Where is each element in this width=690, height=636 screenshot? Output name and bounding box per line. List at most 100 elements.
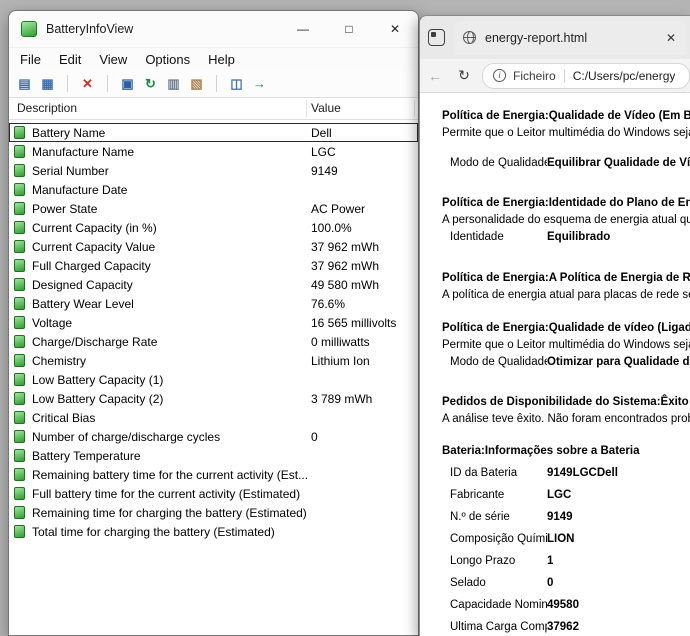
battery-entry-icon <box>14 316 25 329</box>
kv-label: Composição Química <box>450 532 547 545</box>
cell-description: Current Capacity Value <box>32 239 156 254</box>
close-button[interactable]: ✕ <box>372 11 418 47</box>
battery-entry-icon <box>14 354 25 367</box>
paste-icon[interactable]: ▧ <box>187 74 206 93</box>
menu-edit[interactable]: Edit <box>50 50 90 69</box>
battery-table-row: Longo Prazo 1 <box>442 550 690 572</box>
table-header: Description Value <box>9 98 418 120</box>
table-row[interactable]: Power State AC Power <box>9 199 418 218</box>
table-row[interactable]: Current Capacity Value 37 962 mWh <box>9 237 418 256</box>
table-row[interactable]: Manufacture Date <box>9 180 418 199</box>
minimize-button[interactable]: — <box>280 11 326 47</box>
menu-file[interactable]: File <box>11 50 50 69</box>
table-row[interactable]: Battery Wear Level 76.6% <box>9 294 418 313</box>
address-divider <box>563 68 565 83</box>
cell-description: Designed Capacity <box>32 277 133 292</box>
battery-entry-icon <box>14 335 25 348</box>
section-heading: Política de Energia:Qualidade de vídeo (… <box>442 322 690 334</box>
menu-options[interactable]: Options <box>136 50 199 69</box>
cell-description: Critical Bias <box>32 410 96 425</box>
delete-icon[interactable]: ✕ <box>78 74 97 93</box>
kv-value: Equilibrado <box>547 231 611 243</box>
battery-table-row: Selado 0 <box>442 572 690 594</box>
menu-view[interactable]: View <box>90 50 136 69</box>
battery-table-row: Fabricante LGC <box>442 484 690 506</box>
kv-value: LGC <box>547 488 572 501</box>
browser-tab[interactable]: energy-report.html ✕ <box>454 20 686 55</box>
table-row[interactable]: Voltage 16 565 millivolts <box>9 313 418 332</box>
table-row[interactable]: Remaining battery time for the current a… <box>9 465 418 484</box>
info-icon[interactable] <box>493 69 506 82</box>
refresh-icon[interactable]: ↻ <box>141 74 160 93</box>
cell-description: Low Battery Capacity (1) <box>32 372 164 387</box>
column-divider[interactable] <box>306 100 307 117</box>
battery-info-view-icon[interactable]: ▤ <box>15 74 34 93</box>
address-field[interactable]: Ficheiro C:/Users/pc/energy <box>482 62 690 89</box>
section-heading: Bateria:Informações sobre a Bateria <box>442 445 640 457</box>
desktop: BatteryInfoView — □ ✕ File Edit View Option… <box>0 0 690 636</box>
refresh-icon[interactable]: ↻ <box>455 67 473 84</box>
kv-value: 1 <box>547 554 554 567</box>
battery-entry-icon <box>14 525 25 538</box>
battery-entry-icon <box>14 202 25 215</box>
copy-icon[interactable]: ▥ <box>164 74 183 93</box>
cell-value: LGC <box>311 144 336 159</box>
kv-value: Otimizar para Qualidade d <box>547 356 690 368</box>
table-row[interactable]: Serial Number 9149 <box>9 161 418 180</box>
cell-description: Number of charge/discharge cycles <box>32 429 221 444</box>
table-row[interactable]: Designed Capacity 49 580 mWh <box>9 275 418 294</box>
kv-value: 37962 <box>547 620 579 633</box>
table-row[interactable]: Number of charge/discharge cycles 0 <box>9 427 418 446</box>
kv-value: 49580 <box>547 598 579 611</box>
tab-actions-icon[interactable] <box>428 29 445 46</box>
browser-window: energy-report.html ✕ ← ↻ Ficheiro C:/Use… <box>419 15 690 636</box>
battery-entry-icon <box>14 487 25 500</box>
titlebar[interactable]: BatteryInfoView — □ ✕ <box>9 11 418 48</box>
table-row[interactable]: Charge/Discharge Rate 0 milliwatts <box>9 332 418 351</box>
address-path: C:/Users/pc/energy <box>572 68 676 83</box>
table-row[interactable]: Battery Name Dell <box>9 123 418 142</box>
cell-value: 0 milliwatts <box>311 334 370 349</box>
toolbar-separator <box>107 75 108 92</box>
tab-close-icon[interactable]: ✕ <box>662 31 680 45</box>
battery-log-view-icon[interactable]: ▦ <box>38 74 57 93</box>
table-row[interactable]: Chemistry Lithium Ion <box>9 351 418 370</box>
cell-description: Manufacture Date <box>32 182 128 197</box>
cell-description: Remaining battery time for the current a… <box>32 467 309 482</box>
section-body: A política de energia atual para placas … <box>442 288 690 301</box>
table-row[interactable]: Low Battery Capacity (2) 3 789 mWh <box>9 389 418 408</box>
menu-help[interactable]: Help <box>199 50 244 69</box>
maximize-button[interactable]: □ <box>326 11 372 47</box>
back-icon[interactable]: ← <box>426 68 444 84</box>
exit-icon[interactable]: → <box>250 74 269 93</box>
battery-table-row: Composição QuímicaLION <box>442 528 690 550</box>
toolbar-separator <box>67 75 68 92</box>
kv-label: Fabricante <box>450 488 505 501</box>
kv-value: 9149 <box>547 510 573 523</box>
batteryinfoview-window: BatteryInfoView — □ ✕ File Edit View Option… <box>8 10 419 636</box>
html-report-icon[interactable]: ◫ <box>227 74 246 93</box>
toolbar: ▤ ▦ ✕ ▣ ↻ ▥ ▧ ◫ → <box>9 70 418 98</box>
report-section: Política de Energia:Qualidade de Vídeo (… <box>442 108 690 172</box>
cell-value: Lithium Ion <box>311 353 370 368</box>
column-header-description[interactable]: Description <box>17 101 77 115</box>
scheme-label: Ficheiro <box>513 68 556 83</box>
column-divider[interactable] <box>414 100 415 117</box>
table-row[interactable]: Total time for charging the battery (Est… <box>9 522 418 541</box>
tab-bar: energy-report.html ✕ <box>420 16 690 59</box>
battery-entry-icon <box>14 126 25 139</box>
table-row[interactable]: Manufacture Name LGC <box>9 142 418 161</box>
table-row[interactable]: Full battery time for the current activi… <box>9 484 418 503</box>
battery-table-row: Capacidade Nominal 49580 <box>442 594 690 616</box>
table-row[interactable]: Critical Bias <box>9 408 418 427</box>
cell-description: Power State <box>32 201 98 216</box>
table-row[interactable]: Battery Temperature <box>9 446 418 465</box>
table-row[interactable]: Current Capacity (in %) 100.0% <box>9 218 418 237</box>
window-title: BatteryInfoView <box>46 22 134 36</box>
save-icon[interactable]: ▣ <box>118 74 137 93</box>
table-row[interactable]: Remaining time for charging the battery … <box>9 503 418 522</box>
table-row[interactable]: Low Battery Capacity (1) <box>9 370 418 389</box>
table-row[interactable]: Full Charged Capacity 37 962 mWh <box>9 256 418 275</box>
cell-value: 3 789 mWh <box>311 391 373 406</box>
column-header-value[interactable]: Value <box>311 101 341 115</box>
